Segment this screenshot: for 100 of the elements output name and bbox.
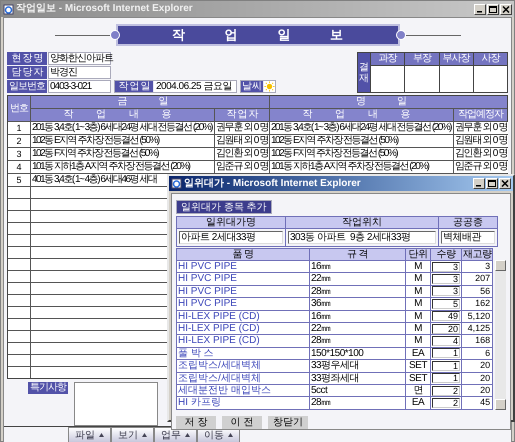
field-value: 2004.06.25 금요일 bbox=[154, 81, 236, 92]
table-cell: 28㎜ bbox=[310, 286, 405, 298]
item-name-link[interactable]: 세대분전반 매입박스 bbox=[177, 384, 309, 396]
table-cell: M bbox=[406, 310, 430, 322]
quantity-field[interactable]: 1 bbox=[432, 360, 460, 371]
item-name-link[interactable]: HI PVC PIPE bbox=[177, 286, 309, 298]
maximize-icon bbox=[488, 180, 496, 187]
dialog-button[interactable]: 저 장 bbox=[176, 416, 216, 429]
column-header: 단위 bbox=[406, 249, 430, 260]
quantity-field[interactable]: 3 bbox=[432, 262, 460, 272]
quantity-field[interactable]: 5 bbox=[432, 298, 460, 309]
maximize-button[interactable] bbox=[486, 178, 498, 189]
quantity-field[interactable]: 20 bbox=[432, 324, 460, 334]
table-cell: 22㎜ bbox=[310, 322, 405, 334]
close-button[interactable] bbox=[500, 4, 512, 14]
menu-button[interactable]: 보기 bbox=[111, 427, 154, 442]
column-header: 번호 bbox=[8, 96, 30, 121]
table-cell: 16㎜ bbox=[310, 310, 405, 322]
table-cell: SET bbox=[406, 372, 430, 384]
column-header: 작업예정자 bbox=[454, 109, 507, 121]
column-header: 공공종 bbox=[439, 217, 497, 228]
row-number: 1 bbox=[8, 122, 30, 134]
table-cell: 36㎜ bbox=[310, 298, 405, 310]
field-value: 양화한신아파트 bbox=[48, 52, 111, 65]
table-cell: 102동 F지역 주차장 전등결선 (50%) bbox=[270, 148, 453, 160]
table-cell: M bbox=[406, 261, 430, 272]
item-name-link[interactable]: HI PVC PIPE bbox=[177, 273, 309, 285]
table-cell: 김인환 외 0 명 bbox=[454, 148, 508, 160]
item-name-link[interactable]: 조립박스/세대벽체 bbox=[177, 360, 309, 372]
input-field[interactable]: 아파트 2세대33평 bbox=[179, 231, 283, 244]
scrollbar-thumb[interactable] bbox=[495, 260, 506, 271]
input-field[interactable]: 303동 아파트 9층 2세대33평 bbox=[288, 231, 436, 244]
row-number: 3 bbox=[8, 148, 30, 160]
quantity-field[interactable]: 1 bbox=[432, 348, 460, 358]
table-cell: EA bbox=[406, 397, 430, 409]
banner-title: 작 업 일 보 bbox=[172, 27, 361, 43]
remarks-field[interactable] bbox=[74, 382, 158, 426]
field-label: 작 업 일 bbox=[115, 81, 153, 92]
table-cell: 16㎜ bbox=[310, 261, 405, 272]
minimize-button[interactable] bbox=[474, 4, 486, 14]
dialog-button[interactable]: 창닫기 bbox=[268, 416, 308, 429]
column-header: 작업위치 bbox=[286, 217, 438, 228]
table-cell: 162 bbox=[462, 298, 492, 310]
column-header: 규 격 bbox=[310, 249, 405, 260]
table-cell: 33평우세대 bbox=[310, 360, 405, 372]
add-item-button[interactable]: 일위대가 종목 추가 bbox=[176, 200, 272, 214]
item-name-link[interactable]: 조립박스/세대벽체 bbox=[177, 372, 309, 384]
table-cell: 28㎜ bbox=[310, 397, 405, 409]
table-cell: 6 bbox=[462, 348, 492, 360]
minimize-button[interactable] bbox=[473, 178, 485, 189]
table-cell: 20 bbox=[462, 384, 492, 396]
maximize-button[interactable] bbox=[487, 4, 499, 14]
table-cell: 45 bbox=[462, 397, 492, 409]
table-cell bbox=[8, 343, 30, 354]
caret-icon bbox=[185, 433, 190, 437]
table-cell bbox=[8, 355, 30, 366]
item-name-link[interactable]: 풀 박 스 bbox=[177, 348, 309, 360]
item-name-link[interactable]: HI PVC PIPE bbox=[177, 261, 309, 272]
field-label: 일보번호 bbox=[7, 80, 47, 93]
quantity-field[interactable]: 4 bbox=[432, 336, 460, 346]
table-cell bbox=[8, 367, 30, 378]
item-name-link[interactable]: HI-LEX PIPE (CD) bbox=[177, 335, 309, 347]
menu-button[interactable]: 파일 bbox=[68, 427, 111, 442]
quantity-field[interactable]: 3 bbox=[432, 274, 460, 284]
item-name-link[interactable]: HI-LEX PIPE (CD) bbox=[177, 322, 309, 334]
approval-header: 사장 bbox=[474, 53, 507, 65]
table-cell: 김원태 외 0 명 bbox=[215, 135, 269, 147]
quantity-field[interactable]: 2 bbox=[432, 398, 460, 408]
quantity-field[interactable]: 2 bbox=[432, 386, 460, 396]
close-icon bbox=[502, 6, 510, 12]
table-cell bbox=[8, 259, 30, 270]
caret-icon bbox=[99, 433, 104, 437]
table-cell: 201동 3,4호( 1~ 3층) 6세대24평 세대 전등결선 (20%) bbox=[31, 122, 214, 134]
browser-icon bbox=[3, 4, 14, 14]
quantity-field[interactable]: 3 bbox=[432, 286, 460, 296]
column-header: 일위대가명 bbox=[177, 217, 285, 228]
table-cell bbox=[8, 271, 30, 282]
dialog-button[interactable]: 이 전 bbox=[222, 416, 262, 429]
close-button[interactable] bbox=[499, 178, 511, 189]
input-field[interactable]: 벽체배관 bbox=[441, 231, 495, 244]
field-value: 박경진 bbox=[48, 66, 111, 79]
maximize-icon bbox=[489, 6, 497, 12]
column-header: 재고량 bbox=[462, 249, 492, 260]
quantity-field[interactable]: 1 bbox=[432, 373, 460, 384]
item-name-link[interactable]: HI-LEX PIPE (CD) bbox=[177, 310, 309, 322]
field-label: 특기사항 bbox=[28, 382, 68, 394]
close-icon bbox=[501, 180, 509, 187]
item-name-link[interactable]: HI 카프링 bbox=[177, 397, 309, 409]
table-cell: 33평좌세대 bbox=[310, 372, 405, 384]
table-cell: 22㎜ bbox=[310, 273, 405, 285]
item-name-link[interactable]: HI PVC PIPE bbox=[177, 298, 309, 310]
scrollbar[interactable] bbox=[495, 260, 506, 410]
table-cell: M bbox=[406, 298, 430, 310]
browser-icon bbox=[171, 178, 182, 189]
quantity-field[interactable]: 49 bbox=[432, 311, 460, 322]
table-cell: 김인환 외 0 명 bbox=[215, 148, 269, 160]
approval-header: 과장 bbox=[371, 53, 404, 65]
table-cell: 4,125 bbox=[462, 322, 492, 334]
table-cell: SET bbox=[406, 360, 430, 372]
scroll-button[interactable] bbox=[495, 398, 506, 410]
